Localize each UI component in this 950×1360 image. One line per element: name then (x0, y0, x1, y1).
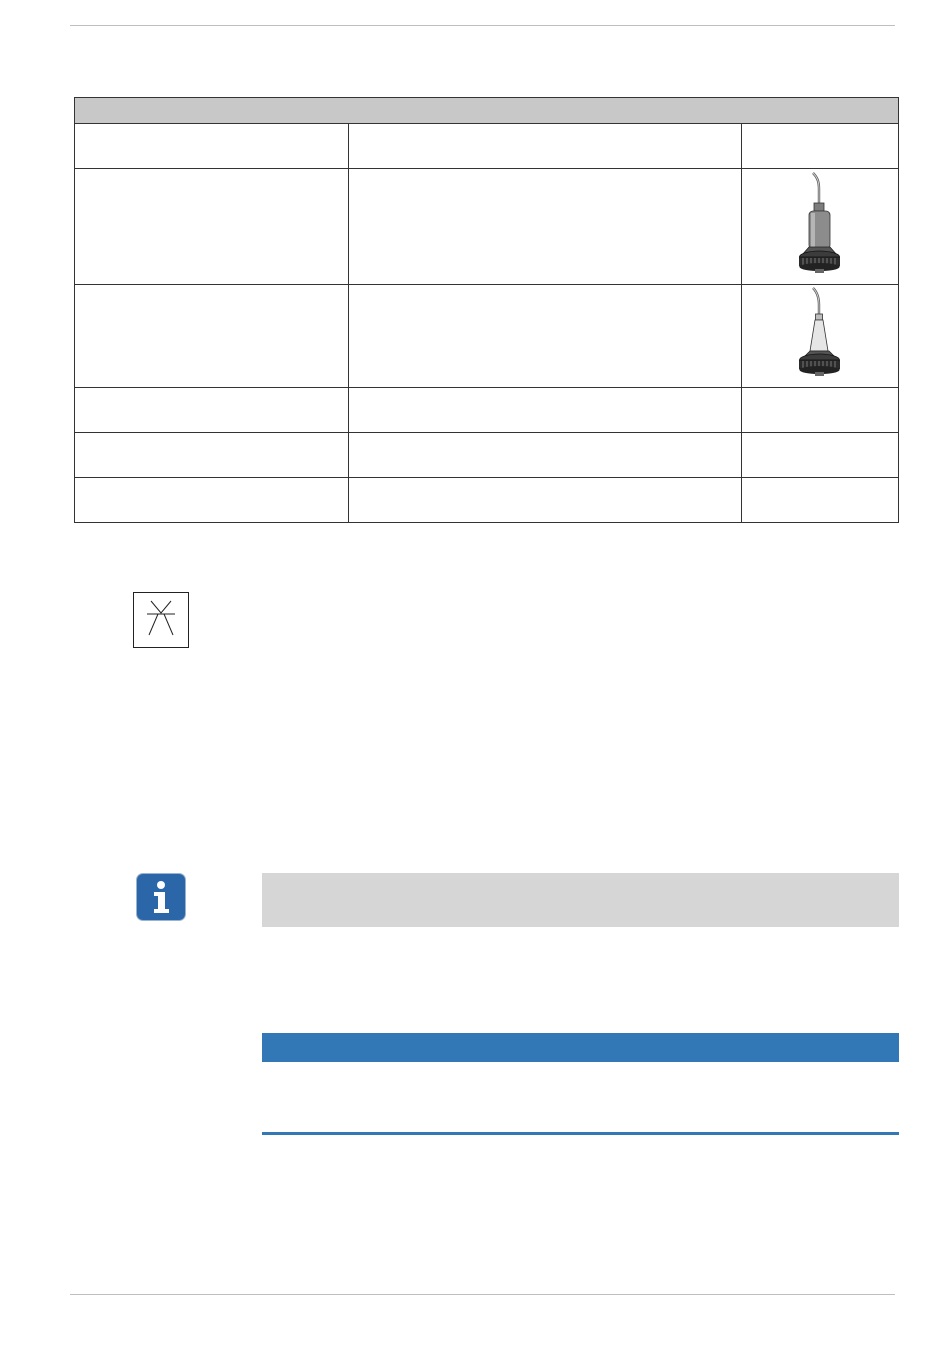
tip-image-cell (740, 168, 900, 285)
table-cell (73, 387, 350, 433)
table-row (73, 284, 900, 388)
table-row (73, 168, 900, 285)
table-cell (348, 168, 742, 285)
notice-bottom-rule (262, 1132, 899, 1135)
header-rule (70, 25, 895, 26)
table-cell (73, 432, 350, 478)
table-cell (348, 387, 742, 433)
scaler-tip-light-handpiece-icon (798, 287, 840, 376)
footer-rule (70, 1294, 895, 1295)
table-cell (73, 477, 350, 523)
table-row (73, 123, 900, 169)
tip-image-cell (740, 284, 900, 388)
table-cell (348, 284, 742, 388)
notice-header (262, 1033, 899, 1062)
table-cell (740, 387, 900, 433)
table-cell (348, 432, 742, 478)
table-cell (73, 123, 350, 169)
parts-table (73, 97, 900, 523)
info-icon (137, 874, 185, 920)
table-row (73, 387, 900, 433)
table-header (74, 97, 899, 124)
info-box (262, 873, 899, 927)
table-cell (73, 168, 350, 285)
spray-symbol-icon (133, 592, 189, 648)
table-cell (348, 477, 742, 523)
scaler-tip-gray-handpiece-icon (798, 172, 840, 273)
table-cell (740, 432, 900, 478)
table-cell (740, 477, 900, 523)
table-row (73, 432, 900, 478)
table-cell (73, 284, 350, 388)
table-cell (348, 123, 742, 169)
table-cell (740, 123, 900, 169)
table-row (73, 477, 900, 523)
